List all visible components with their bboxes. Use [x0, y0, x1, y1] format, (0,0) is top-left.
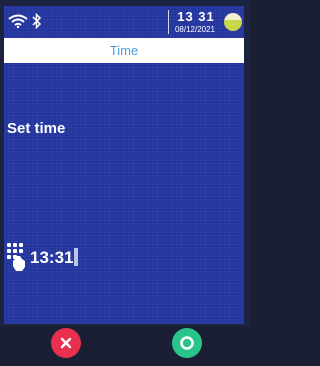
status-divider	[168, 10, 169, 34]
time-input[interactable]: 13:31	[30, 248, 79, 268]
device-frame: 13 31 08/12/2021 Time Set time 13:31	[0, 0, 250, 366]
battery-icon	[224, 13, 242, 31]
status-bar: 13 31 08/12/2021	[4, 6, 244, 38]
confirm-button[interactable]	[172, 328, 202, 358]
set-time-label: Set time	[7, 120, 66, 137]
bluetooth-icon	[32, 12, 42, 30]
title-bar: Time	[4, 38, 244, 63]
cancel-button[interactable]	[51, 328, 81, 358]
keypad-icon[interactable]	[6, 242, 28, 272]
circle-ok-icon	[180, 336, 194, 350]
page-title: Time	[109, 43, 139, 58]
close-icon	[60, 337, 72, 349]
text-cursor	[74, 248, 79, 266]
screen: 13 31 08/12/2021 Time Set time 13:31	[4, 6, 244, 324]
clock: 13 31	[177, 9, 215, 24]
wifi-icon	[8, 14, 28, 28]
time-input-value: 13:31	[30, 248, 74, 267]
bottom-bar	[0, 326, 250, 366]
date: 08/12/2021	[174, 25, 216, 34]
